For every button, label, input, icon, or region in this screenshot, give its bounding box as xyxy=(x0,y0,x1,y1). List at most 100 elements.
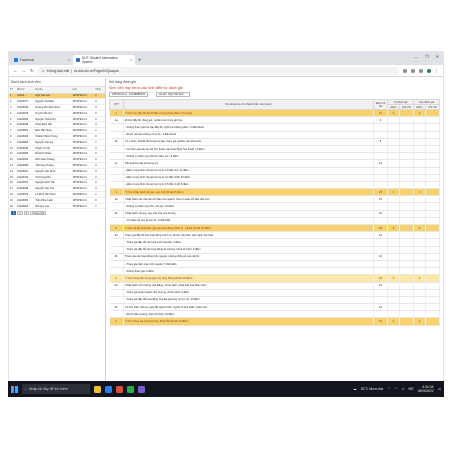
criteria-self[interactable] xyxy=(387,159,400,168)
criteria-cls[interactable]: 0 xyxy=(413,188,426,197)
criteria-self[interactable] xyxy=(387,253,400,261)
criteria-self[interactable]: 0 xyxy=(387,274,400,283)
tab-student-info[interactable]: DUT: Student Information System × xyxy=(73,55,135,65)
criteria-cls[interactable] xyxy=(413,152,426,161)
reload-icon[interactable]: ↻ xyxy=(30,68,34,74)
criteria-self[interactable] xyxy=(387,202,400,211)
forward-icon[interactable]: → xyxy=(22,68,27,73)
new-tab-button[interactable]: + xyxy=(135,58,145,65)
pinned-app-icon[interactable] xyxy=(105,385,112,393)
criteria-cls[interactable] xyxy=(413,253,426,261)
criteria-note xyxy=(425,138,441,146)
criteria-self[interactable]: 0 xyxy=(387,188,400,197)
notification-icon[interactable]: ▭ xyxy=(438,387,441,391)
clock[interactable]: 6:34 SA 06/06/2022 xyxy=(418,385,434,393)
close-tab-icon[interactable]: × xyxy=(130,58,132,62)
criteria-self[interactable] xyxy=(387,282,400,290)
pinned-app-icon[interactable] xyxy=(94,385,101,393)
criteria-cls[interactable] xyxy=(413,159,426,168)
criteria-cls[interactable]: 0 xyxy=(413,317,426,326)
criteria-cls[interactable] xyxy=(413,289,426,297)
chevron-up-icon[interactable]: ⌃ xyxy=(387,387,390,391)
student-row[interactable]: 20 10218093 Bùi Quý Lâu 18TDHCLC1 0 xyxy=(9,203,105,210)
criteria-cls[interactable] xyxy=(413,282,426,290)
criteria-cls[interactable] xyxy=(413,123,426,132)
criteria-self[interactable] xyxy=(387,238,400,247)
criteria-self[interactable] xyxy=(387,152,400,161)
back-icon[interactable]: ← xyxy=(13,68,18,73)
criteria-self[interactable] xyxy=(387,195,400,204)
criteria-self[interactable] xyxy=(387,116,400,125)
taskbar-search[interactable]: ⌕ Nhập tại đây để tìm kiếm xyxy=(22,384,90,394)
criteria-cls[interactable] xyxy=(413,303,426,312)
minimize-button[interactable]: — xyxy=(414,54,418,59)
pinned-app-icon[interactable] xyxy=(127,385,134,393)
criteria-self[interactable] xyxy=(387,217,400,226)
criteria-self[interactable] xyxy=(387,267,400,276)
profile-avatar-icon[interactable] xyxy=(426,68,431,73)
criteria-cls[interactable] xyxy=(413,217,426,226)
criteria-self[interactable] xyxy=(387,231,400,240)
criteria-cls[interactable] xyxy=(413,174,426,182)
criteria-cls[interactable] xyxy=(413,246,426,254)
tab-facebook[interactable]: Facebook × xyxy=(11,55,73,65)
criteria-self[interactable] xyxy=(387,145,400,154)
criteria-cls[interactable] xyxy=(413,145,426,154)
close-tab-icon[interactable]: × xyxy=(68,58,70,62)
criteria-self[interactable] xyxy=(387,246,400,254)
windows-start-icon[interactable] xyxy=(11,385,18,393)
criteria-cls[interactable] xyxy=(413,202,426,211)
criteria-cls[interactable]: 0 xyxy=(413,224,426,233)
criteria-self[interactable]: 0 xyxy=(387,317,400,326)
student-select[interactable]: Họ tên: Ngô Văn Anh xyxy=(156,92,191,97)
criteria-self[interactable]: 0 xyxy=(387,224,400,233)
last-page-button[interactable]: Trang cuối xyxy=(30,211,46,216)
language-indicator[interactable]: VIE xyxy=(408,387,414,391)
criteria-self[interactable] xyxy=(387,296,400,305)
pinned-app-icon[interactable] xyxy=(116,385,123,393)
criteria-cls[interactable] xyxy=(413,231,426,240)
page-button[interactable]: 1 xyxy=(11,211,17,216)
criteria-self[interactable] xyxy=(387,210,400,218)
criteria-self[interactable] xyxy=(387,303,400,312)
criteria-self[interactable] xyxy=(387,131,400,139)
criteria-self[interactable]: 0 xyxy=(387,109,400,118)
criteria-cls[interactable]: 0 xyxy=(413,274,426,283)
criteria-cls[interactable] xyxy=(413,116,426,125)
criteria-cls[interactable]: 0 xyxy=(413,109,426,118)
wifi-icon[interactable]: ◠ xyxy=(394,387,397,391)
criteria-cls[interactable] xyxy=(413,267,426,276)
criteria-self[interactable] xyxy=(387,174,400,182)
criteria-self[interactable] xyxy=(387,310,400,319)
criteria-cls[interactable] xyxy=(413,238,426,247)
close-window-button[interactable]: ✕ xyxy=(436,54,439,59)
maximize-button[interactable]: ❐ xyxy=(425,54,429,59)
criteria-cls[interactable] xyxy=(413,167,426,175)
criteria-self[interactable] xyxy=(387,138,400,146)
criteria-cls[interactable] xyxy=(413,181,426,190)
extension-icon[interactable] xyxy=(410,68,415,73)
extension-icon[interactable] xyxy=(402,68,407,73)
criteria-cls[interactable] xyxy=(413,131,426,139)
criteria-cls[interactable] xyxy=(413,138,426,146)
criteria-cls[interactable] xyxy=(413,296,426,305)
pinned-app-icon[interactable] xyxy=(138,385,145,393)
criteria-cls[interactable] xyxy=(413,260,426,269)
volume-icon[interactable]: ◁ xyxy=(401,387,404,391)
criteria-cls[interactable] xyxy=(413,195,426,204)
criteria-self[interactable] xyxy=(387,167,400,175)
menu-icon[interactable]: ⋮ xyxy=(435,68,440,74)
criteria-note xyxy=(399,282,414,290)
page-button[interactable]: 2 xyxy=(17,211,23,216)
page-button[interactable]: 3 xyxy=(23,211,30,216)
extension-icon[interactable] xyxy=(418,68,423,73)
criteria-self[interactable] xyxy=(387,181,400,190)
criteria-cls[interactable] xyxy=(413,210,426,218)
criteria-cls[interactable] xyxy=(413,310,426,319)
url-field[interactable]: ⚠ Không bảo mật | sv.dut.udn.vn/PageDGQu… xyxy=(37,66,399,75)
class-select[interactable]: 18TDHCLC1 - 10218086076 xyxy=(109,92,149,97)
criteria-self[interactable] xyxy=(387,123,400,132)
criteria-self[interactable] xyxy=(387,260,400,269)
criteria-self[interactable] xyxy=(387,289,400,297)
criteria-note xyxy=(399,195,414,204)
